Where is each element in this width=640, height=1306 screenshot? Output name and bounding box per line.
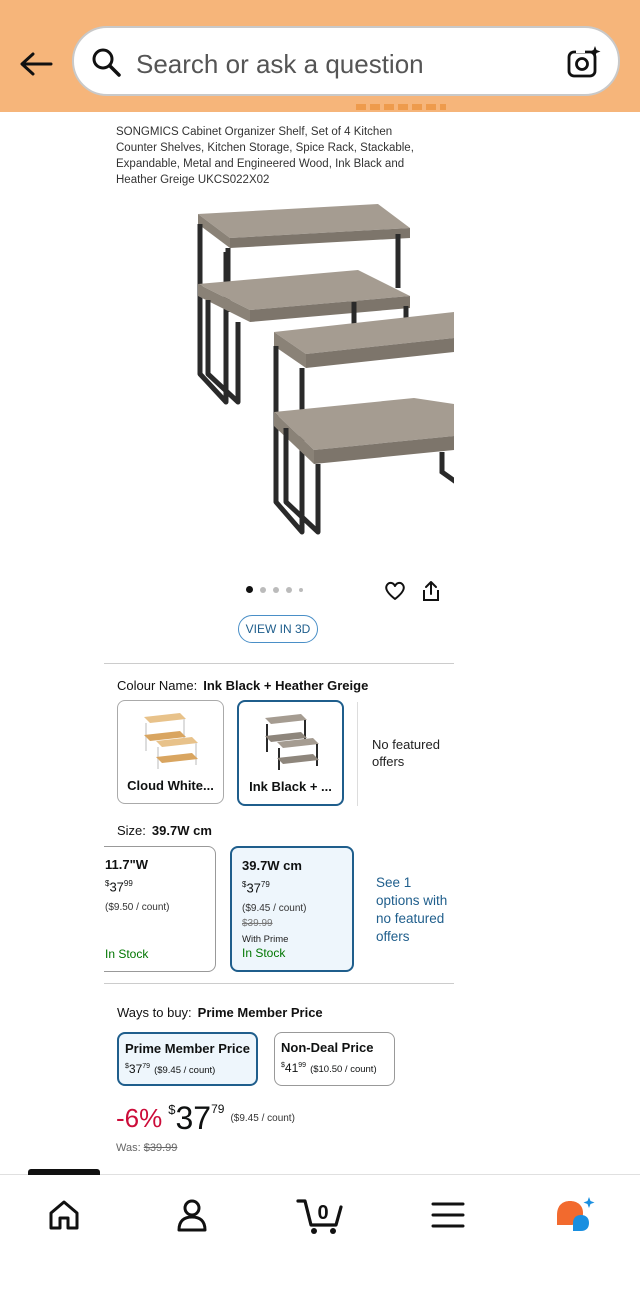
divider — [357, 702, 358, 806]
no-featured-offers-text: No featured offers — [372, 737, 440, 769]
ways-to-buy-label: Ways to buy: Prime Member Price — [117, 1005, 323, 1020]
size-option-price: $3779 — [242, 880, 270, 896]
rating-stars-fragment — [356, 104, 446, 110]
share-icon[interactable] — [420, 580, 442, 602]
size-option-name: 39.7W cm — [242, 858, 302, 873]
price-per-count: ($9.45 / count) — [230, 1113, 295, 1124]
price-cents: 79 — [211, 1102, 225, 1116]
size-option-name: 11.7"W — [105, 857, 149, 872]
stock-status: In Stock — [242, 946, 286, 960]
colour-option-ink-black[interactable]: Ink Black + ... — [237, 700, 344, 806]
nav-account[interactable] — [168, 1191, 216, 1239]
home-icon — [49, 1200, 79, 1230]
product-image[interactable] — [178, 202, 454, 562]
ways-to-buy-selected-value: Prime Member Price — [197, 1005, 323, 1020]
size-option-39-7w[interactable]: 39.7W cm $3779 ($9.45 / count) $39.99 Wi… — [230, 846, 354, 972]
buy-option-price: $3779 ($9.45 / count) — [125, 1062, 216, 1076]
carousel-dot[interactable] — [260, 586, 266, 593]
view-in-3d-button[interactable]: VIEW IN 3D — [238, 615, 318, 643]
image-carousel-dots[interactable] — [246, 586, 303, 593]
currency-symbol: $ — [168, 1102, 176, 1117]
size-option-per-count: ($9.50 / count) — [105, 902, 170, 913]
divider — [104, 663, 454, 664]
nav-home[interactable] — [40, 1191, 88, 1239]
size-option-per-count: ($9.45 / count) — [242, 903, 307, 914]
buy-option-non-deal-price[interactable]: Non-Deal Price $4199 ($10.50 / count) — [274, 1032, 395, 1086]
nav-cart[interactable]: 0 — [296, 1191, 344, 1239]
top-header: Search or ask a question — [0, 0, 640, 112]
nav-rufus-assistant[interactable] — [552, 1191, 600, 1239]
product-title: SONGMICS Cabinet Organizer Shelf, Set of… — [116, 126, 414, 186]
stock-status: In Stock — [105, 947, 149, 961]
search-placeholder: Search or ask a question — [136, 49, 424, 79]
ink-black-thumbnail — [265, 714, 319, 770]
back-arrow-icon — [20, 52, 53, 76]
menu-icon — [431, 1202, 465, 1228]
cart-count: 0 — [317, 1202, 328, 1224]
divider — [104, 983, 454, 984]
search-input[interactable]: Search or ask a question — [72, 26, 620, 96]
heart-icon[interactable] — [384, 580, 406, 602]
buy-option-title: Non-Deal Price — [281, 1040, 374, 1055]
colour-option-cloud-white[interactable]: Cloud White... — [117, 700, 224, 804]
size-label: Size: 39.7W cm — [117, 823, 212, 838]
price-display: -6% $3779 ($9.45 / count) — [116, 1100, 295, 1137]
back-button[interactable] — [16, 44, 56, 84]
carousel-dot[interactable] — [246, 586, 253, 593]
camera-lens-icon[interactable] — [566, 44, 602, 80]
price-whole: 37 — [175, 1100, 212, 1136]
bottom-navigation: 0 — [0, 1169, 640, 1306]
buy-option-title: Prime Member Price — [125, 1041, 251, 1056]
active-tab-indicator — [28, 1169, 100, 1175]
buy-option-price: $4199 ($10.50 / count) — [281, 1061, 377, 1075]
cloud-white-thumbnail — [144, 713, 198, 769]
size-option-11-7w[interactable]: 11.7"W $3799 ($9.50 / count) In Stock — [104, 846, 216, 972]
cart-icon: 0 — [296, 1199, 343, 1234]
colour-selected-value: Ink Black + Heather Greige — [203, 678, 369, 693]
prime-note: With Prime — [242, 934, 289, 945]
colour-option-label: Cloud White... — [127, 778, 214, 793]
size-option-price: $3799 — [105, 879, 133, 895]
carousel-dot[interactable] — [273, 586, 279, 593]
buy-option-prime-member-price[interactable]: Prime Member Price $3779 ($9.45 / count) — [117, 1032, 258, 1086]
product-detail: SONGMICS Cabinet Organizer Shelf, Set of… — [104, 112, 454, 1172]
carousel-dot[interactable] — [299, 587, 303, 592]
rufus-assistant-icon — [557, 1197, 595, 1231]
carousel-dot[interactable] — [286, 586, 292, 593]
colour-label: Colour Name: Ink Black + Heather Greige — [117, 678, 369, 693]
account-icon — [177, 1199, 207, 1232]
nav-menu[interactable] — [424, 1191, 472, 1239]
size-selected-value: 39.7W cm — [151, 823, 212, 838]
size-option-was-price: $39.99 — [242, 918, 273, 929]
see-options-link[interactable]: See 1 options with no featured offers — [376, 874, 454, 946]
was-price: Was: $39.99 — [116, 1142, 178, 1154]
search-icon — [92, 48, 121, 77]
colour-option-label: Ink Black + ... — [249, 779, 332, 794]
discount-percent: -6% — [116, 1103, 163, 1133]
